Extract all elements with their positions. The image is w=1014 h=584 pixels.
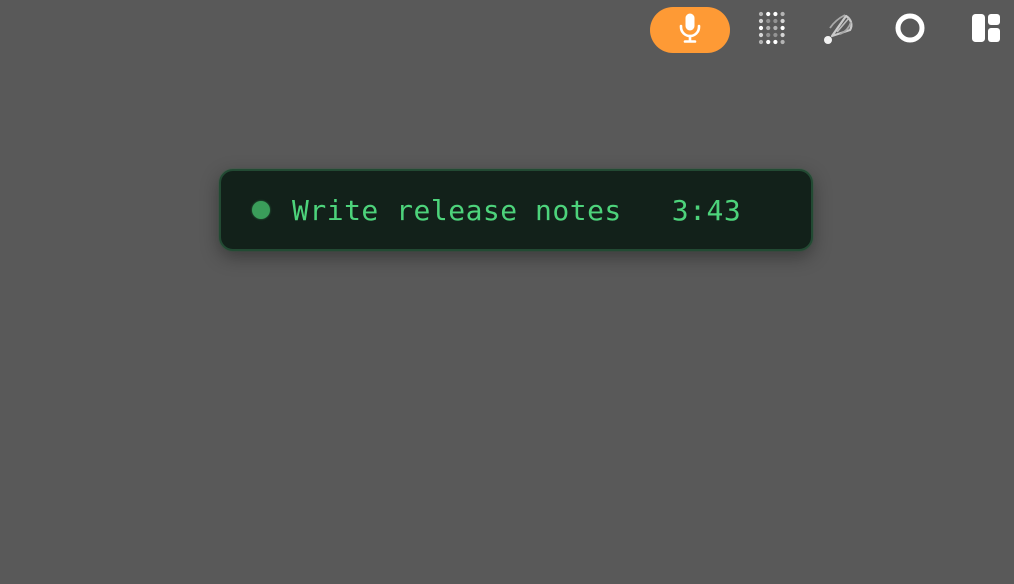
grid-dots-icon bbox=[758, 11, 786, 49]
circle-ring-icon bbox=[893, 11, 927, 49]
grid-dot bbox=[766, 25, 771, 31]
circle-status-button[interactable] bbox=[892, 12, 928, 48]
desktop: Write release notes 3:43 bbox=[0, 0, 1014, 584]
grid-dot bbox=[780, 39, 785, 45]
grid-dot bbox=[773, 11, 778, 17]
menu-bar-status-area bbox=[0, 0, 1014, 60]
grid-dot bbox=[766, 11, 771, 17]
grid-dot bbox=[773, 25, 778, 31]
grid-dot bbox=[773, 32, 778, 38]
grid-dot bbox=[758, 32, 764, 38]
grid-dot bbox=[766, 32, 771, 38]
running-status-dot bbox=[252, 201, 270, 219]
satellite-dish-icon bbox=[818, 8, 858, 52]
task-name: Write release notes bbox=[292, 193, 622, 227]
grid-dot bbox=[780, 32, 785, 38]
microphone-icon bbox=[677, 12, 703, 48]
task-timer-widget[interactable]: Write release notes 3:43 bbox=[219, 169, 813, 251]
microphone-button[interactable] bbox=[650, 7, 730, 53]
grid-dot bbox=[758, 18, 764, 24]
grid-dot bbox=[758, 25, 764, 31]
elapsed-time: 3:43 bbox=[671, 193, 742, 227]
grid-dot bbox=[773, 39, 778, 45]
window-layout-icon bbox=[970, 12, 1002, 48]
window-layout-button[interactable] bbox=[967, 12, 1005, 48]
grid-dots-button[interactable] bbox=[756, 11, 788, 49]
grid-dot bbox=[758, 39, 764, 45]
grid-dot bbox=[773, 18, 778, 24]
grid-dot bbox=[766, 39, 771, 45]
grid-dot bbox=[780, 25, 785, 31]
satellite-button[interactable] bbox=[818, 10, 858, 50]
grid-dot bbox=[758, 11, 764, 17]
grid-dot bbox=[766, 18, 771, 24]
grid-dot bbox=[780, 18, 785, 24]
grid-dot bbox=[780, 11, 785, 17]
